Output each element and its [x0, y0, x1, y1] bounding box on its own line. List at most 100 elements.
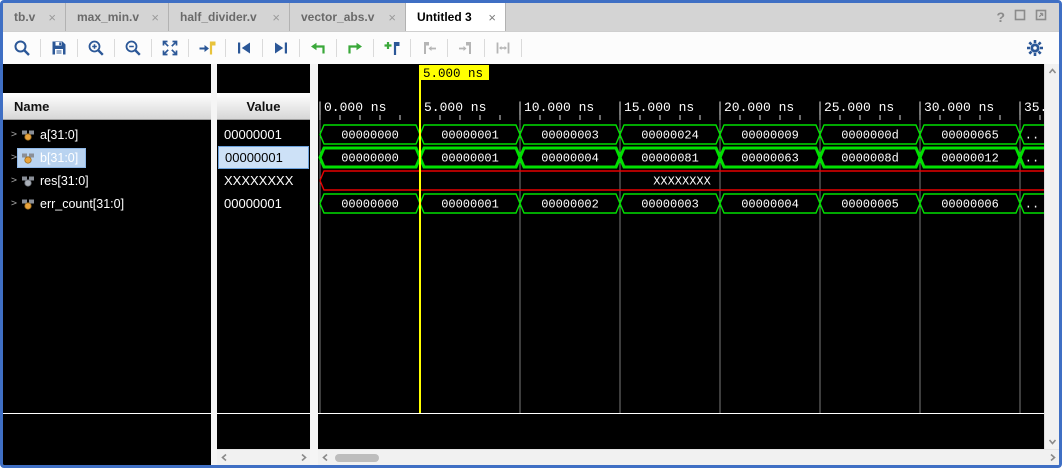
- zoom-out-button[interactable]: [121, 36, 145, 60]
- bus-value-label: 0000008d: [841, 152, 899, 166]
- wave-row-b[interactable]: 0000000000000001000000040000008100000063…: [320, 148, 1044, 167]
- go-to-time-0-button[interactable]: [232, 36, 256, 60]
- tab-tb-v[interactable]: tb.v ×: [3, 3, 66, 31]
- zoom-fit-button[interactable]: [158, 36, 182, 60]
- signal-name-label: res[31:0]: [40, 174, 89, 188]
- ruler-label: 0.000 ns: [324, 100, 386, 115]
- zoom-in-button[interactable]: [84, 36, 108, 60]
- bus-value-label: ..: [1025, 129, 1039, 143]
- go-to-last-time-button[interactable]: [269, 36, 293, 60]
- bus-icon: [21, 129, 35, 141]
- signal-label-wrap[interactable]: a[31:0]: [17, 125, 86, 145]
- next-marker-icon: [457, 39, 475, 57]
- bus-value-label: 00000001: [441, 152, 499, 166]
- scroll-left-icon[interactable]: [217, 450, 231, 465]
- wave-row-a[interactable]: 0000000000000001000000030000002400000009…: [320, 125, 1044, 144]
- go-to-last-time-icon: [272, 39, 290, 57]
- bus-value-label: 00000002: [541, 198, 599, 212]
- signal-row-res[interactable]: > res[31:0]: [3, 169, 211, 192]
- expand-chevron-icon[interactable]: >: [3, 129, 17, 140]
- value-header-label: Value: [247, 99, 281, 114]
- value-column-header: Value: [217, 93, 310, 120]
- help-icon[interactable]: ?: [996, 10, 1005, 24]
- signal-name-label: err_count[31:0]: [40, 197, 124, 211]
- svg-text:5.000 ns: 5.000 ns: [423, 67, 483, 81]
- bus-icon: [21, 175, 35, 187]
- signal-label-wrap[interactable]: b[31:0]: [17, 148, 86, 168]
- tab-close-icon[interactable]: ×: [40, 10, 56, 25]
- bus-value-label: 00000009: [741, 129, 799, 143]
- ruler-label: 35.000 ns: [1024, 100, 1044, 115]
- signal-row-b[interactable]: > b[31:0]: [3, 146, 211, 169]
- tabbar-controls: ?: [996, 3, 1059, 31]
- scroll-right-icon[interactable]: [1045, 450, 1059, 465]
- find-button[interactable]: [10, 36, 34, 60]
- bus-value-label: 00000001: [441, 198, 499, 212]
- toolbar-separator: [77, 39, 78, 57]
- previous-transition-icon: [309, 39, 327, 57]
- waveform-svg[interactable]: 0.000 ns5.000 ns10.000 ns15.000 ns20.000…: [318, 64, 1044, 449]
- value-horizontal-scrollbar[interactable]: [217, 449, 310, 465]
- save-wave-config-icon: [50, 39, 68, 57]
- tab-close-icon[interactable]: ×: [380, 10, 396, 25]
- ruler-label: 15.000 ns: [624, 100, 694, 115]
- wave-horizontal-scrollbar[interactable]: [318, 449, 1059, 465]
- expand-chevron-icon[interactable]: >: [3, 152, 17, 163]
- bus-value-label: 00000000: [341, 129, 399, 143]
- tab-label: tb.v: [14, 10, 35, 24]
- maximize-icon[interactable]: [1035, 8, 1047, 26]
- column-splitter[interactable]: [310, 64, 318, 465]
- signal-value-err-count: 00000001: [217, 192, 310, 215]
- tab-close-icon[interactable]: ×: [480, 10, 496, 25]
- expand-chevron-icon[interactable]: >: [3, 175, 17, 186]
- go-to-time-0-icon: [235, 39, 253, 57]
- wave-toolbar: [3, 32, 1059, 64]
- previous-marker-icon: [420, 39, 438, 57]
- save-wave-config-button[interactable]: [47, 36, 71, 60]
- signal-name-label: b[31:0]: [40, 151, 78, 165]
- scroll-up-icon[interactable]: [1045, 64, 1059, 79]
- cursor-time-flag[interactable]: 5.000 ns: [419, 65, 489, 81]
- ruler-label: 25.000 ns: [824, 100, 894, 115]
- settings-button[interactable]: [1023, 36, 1047, 60]
- bus-value-label: 00000065: [941, 129, 999, 143]
- signal-label-wrap[interactable]: res[31:0]: [17, 171, 97, 191]
- waveform-viewer-window: tb.v×max_min.v×half_divider.v×vector_abs…: [0, 0, 1062, 468]
- scroll-down-icon[interactable]: [1045, 434, 1059, 449]
- tab-max-min-v[interactable]: max_min.v×: [66, 3, 169, 31]
- next-transition-icon: [346, 39, 364, 57]
- vertical-scrollbar[interactable]: [1044, 64, 1059, 449]
- next-transition-button[interactable]: [343, 36, 367, 60]
- expand-chevron-icon[interactable]: >: [3, 198, 17, 209]
- signal-name-label: a[31:0]: [40, 128, 78, 142]
- tab-close-icon[interactable]: ×: [143, 10, 159, 25]
- signal-label-wrap[interactable]: err_count[31:0]: [17, 194, 132, 214]
- go-to-cursor-button[interactable]: [195, 36, 219, 60]
- wave-row-err-count[interactable]: 0000000000000001000000020000000300000004…: [320, 194, 1044, 213]
- tab-untitled-3[interactable]: Untitled 3×: [406, 3, 506, 31]
- toolbar-separator: [410, 39, 411, 57]
- signal-value-b: 00000001: [218, 146, 309, 169]
- ruler-label: 5.000 ns: [424, 100, 486, 115]
- bus-value-label: 00000063: [741, 152, 799, 166]
- bus-value-label: 00000001: [441, 129, 499, 143]
- bus-value-label: 00000000: [341, 152, 399, 166]
- previous-transition-button[interactable]: [306, 36, 330, 60]
- editor-tab-bar: tb.v×max_min.v×half_divider.v×vector_abs…: [3, 3, 1059, 32]
- signal-row-err-count[interactable]: > err_count[31:0]: [3, 192, 211, 215]
- scrollbar-thumb[interactable]: [335, 454, 379, 462]
- float-icon[interactable]: [1014, 8, 1026, 26]
- bus-value-label: 0000000d: [841, 129, 899, 143]
- add-marker-button[interactable]: [380, 36, 404, 60]
- toolbar-separator: [484, 39, 485, 57]
- tab-half-divider-v[interactable]: half_divider.v×: [169, 3, 290, 31]
- waveform-canvas[interactable]: 0.000 ns5.000 ns10.000 ns15.000 ns20.000…: [318, 64, 1044, 449]
- bus-value-label: ..: [1025, 152, 1039, 166]
- scroll-left-icon[interactable]: [318, 450, 332, 465]
- signal-row-a[interactable]: > a[31:0]: [3, 123, 211, 146]
- tab-vector-abs-v[interactable]: vector_abs.v×: [290, 3, 406, 31]
- tab-close-icon[interactable]: ×: [264, 10, 280, 25]
- scroll-right-icon[interactable]: [296, 450, 310, 465]
- wave-row-res[interactable]: XXXXXXXX: [320, 171, 1044, 190]
- wave-window-content: Name >a[31:0]>b[31:0]>res[31:0]>err_coun…: [3, 64, 1059, 465]
